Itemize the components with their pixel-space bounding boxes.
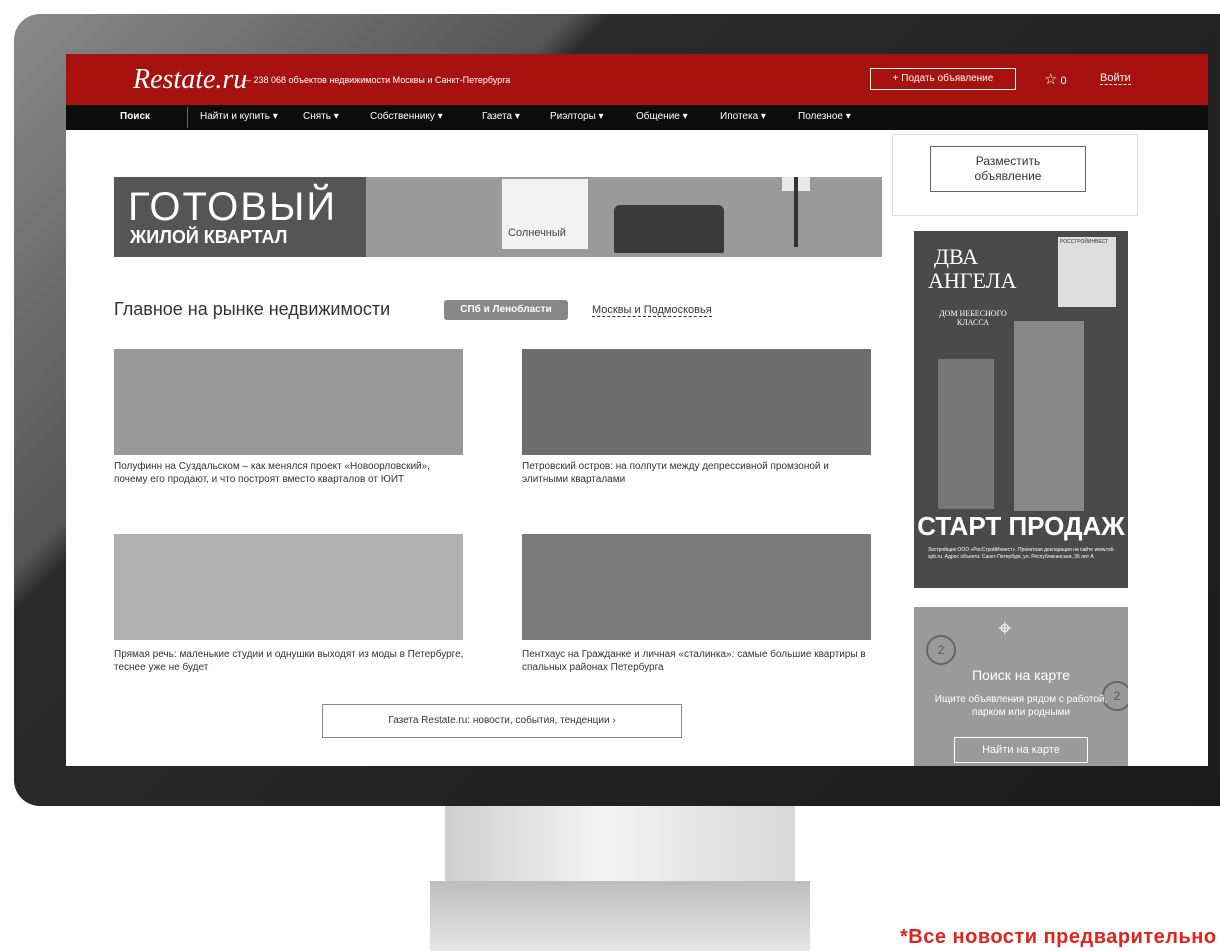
news-image-1[interactable] bbox=[114, 349, 463, 455]
news-image-4[interactable] bbox=[522, 534, 871, 640]
map-pin-icon: ⌖ bbox=[998, 615, 1012, 642]
nav-item-newspaper[interactable]: Газета ▾ bbox=[482, 111, 520, 122]
site-header: Restate.ru — 238 068 объектов недвижимос… bbox=[66, 54, 1208, 105]
ad-subtitle: ДОМ НЕБЕСНОГО КЛАССА bbox=[939, 309, 1007, 327]
monitor-screen: Restate.ru — 238 068 объектов недвижимос… bbox=[66, 54, 1208, 766]
ad-developer-logo: РОССТРОЙИНВЕСТ bbox=[1058, 237, 1116, 307]
banner-text-panel: ГОТОВЫЙ ЖИЛОЙ КВАРТАЛ bbox=[114, 177, 366, 257]
banner-brand-logo: Солнечный bbox=[502, 179, 588, 249]
ad-cta: СТАРТ ПРОДАЖ bbox=[917, 511, 1125, 541]
banner-brand: Солнечный bbox=[508, 227, 566, 239]
nav-item-useful[interactable]: Полезное ▾ bbox=[798, 111, 851, 122]
map-description: Ищите объявления рядом с работой, парком… bbox=[934, 694, 1108, 718]
footnote: *Все новости предварительно bbox=[900, 926, 1217, 948]
banner-line1: ГОТОВЫЙ bbox=[128, 185, 338, 229]
tab-spb[interactable]: СПб и Ленобласти bbox=[444, 300, 568, 320]
ad-developer: РОССТРОЙИНВЕСТ bbox=[1060, 239, 1109, 245]
favorites-link[interactable]: ☆ 0 bbox=[1044, 70, 1067, 88]
post-ad-button[interactable]: + Подать объявление bbox=[870, 68, 1016, 90]
main-nav: Поиск Найти и купить ▾ Снять ▾ Собственн… bbox=[66, 105, 1208, 130]
favorites-count: 0 bbox=[1060, 75, 1067, 87]
star-icon: ☆ bbox=[1044, 71, 1058, 88]
nav-item-community[interactable]: Общение ▾ bbox=[636, 111, 688, 122]
nav-item-search[interactable]: Поиск bbox=[120, 111, 150, 122]
place-ad-button[interactable]: Разместить объявление bbox=[930, 146, 1086, 192]
ad-title-line2: АНГЕЛА bbox=[928, 268, 1017, 293]
sidebar-ad[interactable]: ДВА АНГЕЛА ДОМ НЕБЕСНОГО КЛАССА РОССТРОЙ… bbox=[914, 231, 1128, 588]
newspaper-more-button[interactable]: Газета Restate.ru: новости, события, тен… bbox=[322, 704, 682, 738]
monitor-stand-base bbox=[430, 881, 810, 951]
ad-title: ДВА АНГЕЛА bbox=[928, 245, 1016, 293]
map-marker: 2 bbox=[926, 635, 956, 665]
lamp-image bbox=[794, 177, 798, 247]
news-image-3[interactable] bbox=[114, 534, 463, 640]
monitor-stand-neck bbox=[445, 806, 795, 881]
banner-ad[interactable]: ГОТОВЫЙ ЖИЛОЙ КВАРТАЛ Солнечный bbox=[114, 177, 882, 257]
nav-item-mortgage[interactable]: Ипотека ▾ bbox=[720, 111, 766, 122]
ad-fine-print: Застройщик ООО «РосСтройИнвест». Проектн… bbox=[928, 547, 1115, 560]
nav-item-buy[interactable]: Найти и купить ▾ bbox=[200, 111, 278, 122]
login-link[interactable]: Войти bbox=[1100, 72, 1131, 85]
nav-item-rent[interactable]: Снять ▾ bbox=[303, 111, 339, 122]
tower-image-right bbox=[1014, 321, 1084, 511]
ad-title-line1: ДВА bbox=[934, 244, 979, 269]
news-title-3[interactable]: Прямая речь: маленькие студии и однушки … bbox=[114, 648, 464, 674]
site-tagline: — 238 068 объектов недвижимости Москвы и… bbox=[242, 75, 511, 85]
sofa-image bbox=[614, 205, 724, 253]
site-logo[interactable]: Restate.ru bbox=[133, 64, 247, 96]
news-image-2[interactable] bbox=[522, 349, 871, 455]
tab-moscow[interactable]: Москвы и Подмосковья bbox=[592, 304, 712, 317]
news-title-1[interactable]: Полуфинн на Суздальском – как менялся пр… bbox=[114, 460, 464, 486]
find-on-map-button[interactable]: Найти на карте bbox=[954, 737, 1088, 763]
tower-image-left bbox=[938, 359, 994, 509]
banner-line2: ЖИЛОЙ КВАРТАЛ bbox=[130, 227, 288, 247]
place-ad-label-2: объявление bbox=[974, 169, 1042, 183]
map-search-box[interactable]: 2 2 ⌖ Поиск на карте Ищите объявления ря… bbox=[914, 607, 1128, 766]
place-ad-label-1: Разместить bbox=[975, 154, 1041, 168]
news-title-2[interactable]: Петровский остров: на полпути между депр… bbox=[522, 460, 872, 486]
news-title-4[interactable]: Пентхаус на Гражданке и личная «сталинка… bbox=[522, 648, 872, 674]
nav-separator bbox=[187, 107, 188, 128]
nav-item-owner[interactable]: Собственнику ▾ bbox=[370, 111, 443, 122]
nav-item-realtors[interactable]: Риэлторы ▾ bbox=[550, 111, 604, 122]
map-title: Поиск на карте bbox=[972, 667, 1070, 683]
section-title: Главное на рынке недвижимости bbox=[114, 299, 391, 319]
